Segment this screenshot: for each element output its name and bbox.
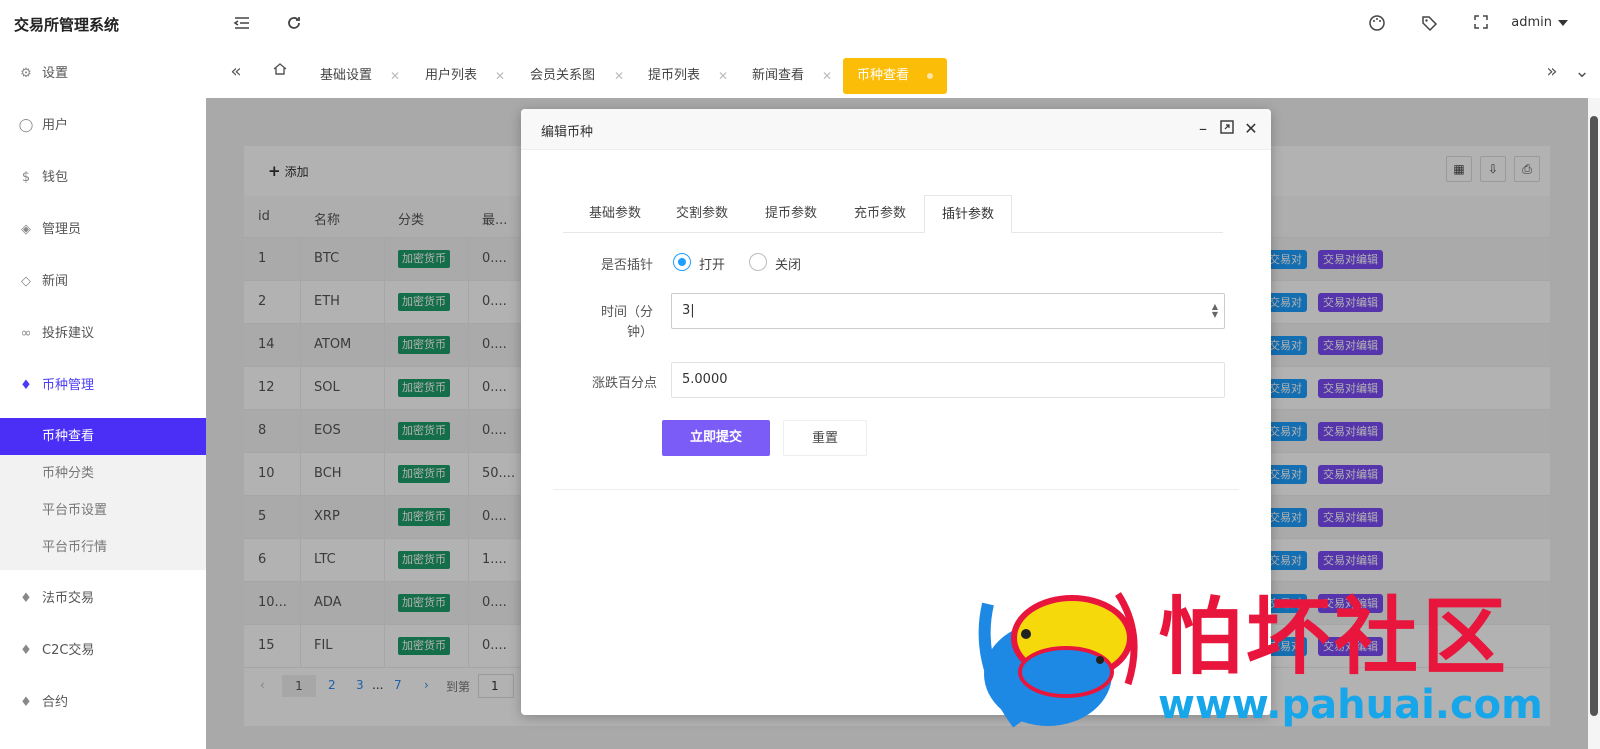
sidebar-item-admin[interactable]: ◈ 管理员 (0, 204, 206, 256)
reset-button[interactable]: 重置 (783, 420, 867, 456)
sidebar-submenu: 币种查看 币种分类 平台币设置 平台币行情 (0, 418, 206, 570)
tab-news-view[interactable]: 新闻查看 ✕ (752, 58, 832, 94)
refresh-icon[interactable] (284, 14, 304, 34)
tag-icon: ◇ (21, 274, 31, 289)
diamond-icon: ♦ (20, 643, 32, 658)
diamond-icon: ♦ (20, 695, 32, 710)
sidebar-sub-platform-coin-settings[interactable]: 平台币设置 (0, 492, 206, 529)
scrollbar-thumb[interactable] (1590, 116, 1598, 716)
gear-icon: ⚙ (20, 66, 32, 81)
sidebar-item-coin-management[interactable]: ♦ 币种管理 (0, 360, 206, 412)
menu-fold-icon[interactable] (232, 14, 252, 34)
tab-withdraw-params[interactable]: 提币参数 (746, 195, 836, 233)
active-dot-icon (927, 72, 934, 79)
tag-icon[interactable] (1419, 14, 1439, 34)
modal-title: 编辑币种 (541, 125, 594, 140)
sidebar-item-label: 新闻 (42, 274, 69, 289)
sidebar-item-label: 用户 (42, 118, 69, 133)
scrollbar[interactable] (1588, 98, 1600, 749)
modal-tabs: 基础参数 交割参数 提币参数 充币参数 插针参数 (563, 195, 1223, 233)
close-icon[interactable]: ✕ (390, 58, 400, 94)
tab-basic-settings[interactable]: 基础设置 ✕ (320, 58, 400, 94)
tab-bar: « 基础设置 ✕ 用户列表 ✕ 会员关系图 ✕ 提币列表 ✕ 新闻查看 ✕ 币种查看 » … (206, 48, 1600, 98)
sidebar-sub-coin-category[interactable]: 币种分类 (0, 455, 206, 492)
home-icon[interactable] (268, 60, 292, 84)
tab-delivery-params[interactable]: 交割参数 (657, 195, 747, 233)
minimize-icon[interactable]: – (1193, 118, 1213, 140)
tab-deposit-params[interactable]: 充币参数 (835, 195, 925, 233)
enable-spike-label: 是否插针 (600, 258, 653, 273)
user-icon: ◯ (18, 118, 34, 133)
time-label-line2: 钟） (626, 325, 653, 340)
watermark-title: 怕坏社区 (1158, 587, 1511, 686)
sidebar-item-news[interactable]: ◇ 新闻 (0, 256, 206, 308)
tab-withdraw-list[interactable]: 提币列表 ✕ (648, 58, 728, 94)
sidebar-item-contract[interactable]: ♦ 合约 (0, 677, 206, 729)
scroll-right-icon[interactable]: » (1540, 60, 1564, 84)
shield-icon: ◈ (21, 222, 31, 237)
time-label-line1: 时间（分 (600, 305, 653, 320)
scroll-left-icon[interactable]: « (224, 60, 248, 84)
diamond-icon: ♦ (20, 378, 32, 393)
dollar-icon: $ (21, 170, 31, 185)
user-menu[interactable]: admin (1511, 15, 1568, 30)
sidebar: ⚙ 设置 ◯ 用户 $ 钱包 ◈ 管理员 ◇ 新闻 ∞ 投拆建议 ♦ 币种管理 币种查看 币种… (0, 48, 206, 749)
radio-off-label[interactable]: 关闭 (775, 254, 801, 273)
fish-logo-icon (978, 592, 1138, 728)
sidebar-item-wallet[interactable]: $ 钱包 (0, 152, 206, 204)
user-name: admin (1511, 15, 1552, 30)
sidebar-item-fiat-trade[interactable]: ♦ 法币交易 (0, 573, 206, 625)
tab-spike-params[interactable]: 插针参数 (924, 195, 1012, 233)
sidebar-sub-coin-view[interactable]: 币种查看 (0, 418, 206, 455)
close-icon[interactable]: ✕ (495, 58, 505, 94)
sidebar-item-users[interactable]: ◯ 用户 (0, 100, 206, 152)
sidebar-item-label: 管理员 (42, 222, 82, 237)
close-icon[interactable]: ✕ (1241, 118, 1261, 140)
sidebar-item-label: 设置 (42, 66, 69, 81)
close-icon[interactable]: ✕ (718, 58, 728, 94)
sidebar-item-label: 币种管理 (42, 378, 95, 393)
sidebar-item-label: 投拆建议 (42, 326, 95, 341)
sidebar-item-label: C2C交易 (42, 643, 95, 658)
sidebar-item-label: 钱包 (42, 170, 69, 185)
theme-icon[interactable] (1367, 14, 1387, 34)
sidebar-item-label: 法币交易 (42, 591, 95, 606)
tab-user-list[interactable]: 用户列表 ✕ (425, 58, 505, 94)
time-minutes-input[interactable]: 3| ▲ ▼ (671, 293, 1225, 329)
sidebar-item-feedback[interactable]: ∞ 投拆建议 (0, 308, 206, 360)
tab-member-graph[interactable]: 会员关系图 ✕ (530, 58, 624, 94)
radio-on-label[interactable]: 打开 (699, 254, 725, 273)
modal-header: 编辑币种 – ✕ (521, 109, 1271, 150)
sidebar-item-settings[interactable]: ⚙ 设置 (0, 48, 206, 100)
close-icon[interactable]: ✕ (822, 58, 832, 94)
app-title: 交易所管理系统 (14, 16, 120, 34)
watermark: 怕坏社区 www.pahuai.com (968, 570, 1588, 745)
link-icon: ∞ (20, 326, 32, 341)
number-spinner-icon[interactable]: ▲ ▼ (1212, 303, 1218, 319)
chevron-down-icon[interactable]: ⌄ (1570, 60, 1594, 84)
sidebar-sub-platform-coin-market[interactable]: 平台币行情 (0, 529, 206, 566)
radio-on[interactable] (673, 253, 691, 271)
percent-input[interactable]: 5.0000 (671, 362, 1225, 398)
divider (553, 489, 1239, 490)
submit-button[interactable]: 立即提交 (662, 420, 770, 456)
watermark-url: www.pahuai.com (1158, 682, 1543, 728)
diamond-icon: ♦ (20, 591, 32, 606)
tab-basic-params[interactable]: 基础参数 (563, 195, 667, 233)
fullscreen-icon[interactable] (1471, 14, 1491, 34)
sidebar-item-label: 合约 (42, 695, 69, 710)
radio-off[interactable] (749, 253, 767, 271)
percent-label: 涨跌百分点 (591, 376, 657, 391)
maximize-icon[interactable] (1217, 118, 1237, 140)
top-header: 交易所管理系统 admin (0, 0, 1600, 48)
sidebar-item-c2c-trade[interactable]: ♦ C2C交易 (0, 625, 206, 677)
close-icon[interactable]: ✕ (614, 58, 624, 94)
tab-coin-view[interactable]: 币种查看 (843, 58, 948, 94)
caret-down-icon (1558, 19, 1568, 26)
